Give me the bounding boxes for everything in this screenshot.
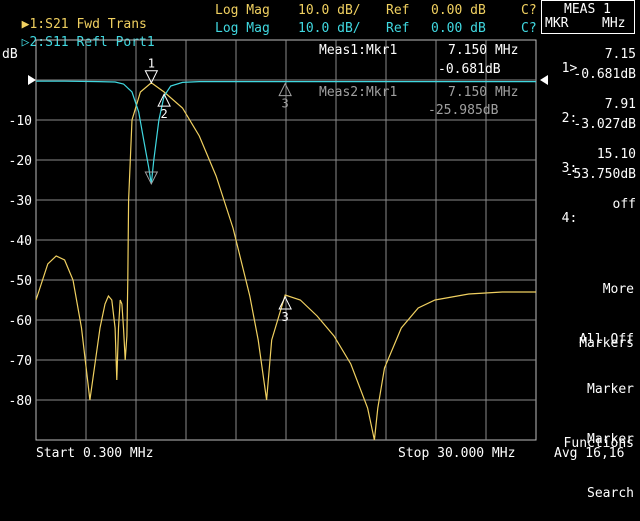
marker-triangle-icon [278, 82, 292, 97]
trace-markers: 1 2 3 3 [144, 57, 292, 324]
trace-display[interactable]: -10 -20 -30 -40 -50 -60 -70 -80 1 2 3 3 [0, 0, 640, 480]
marker-3-s11: 3 [278, 82, 292, 111]
marker2-freq: 7.91 [604, 97, 636, 112]
y-tick-label: -40 [9, 234, 32, 249]
marker1-readout[interactable]: 1> 7.15 -0.681dB [546, 48, 636, 84]
y-axis-tick-labels: -10 -20 -30 -40 -50 -60 -70 -80 [9, 114, 32, 409]
y-tick-label: -50 [9, 274, 32, 289]
marker3-value: -53.750dB [565, 167, 636, 182]
menu-sub-left: MKR [545, 16, 569, 31]
marker4-readout[interactable]: 4: off [546, 197, 636, 226]
averaging-status: Avg 16,16 [554, 446, 625, 461]
marker-1-s21: 1 [144, 57, 159, 84]
menu-title-box: MEAS 1 MKR MHz [541, 0, 635, 34]
meas1-marker-value: -0.681dB [438, 62, 501, 77]
y-tick-label: -10 [9, 114, 32, 129]
marker-number: 1 [148, 57, 155, 71]
marker4-freq: off [612, 197, 636, 212]
marker-triangle-icon [144, 70, 159, 84]
y-tick-label: -80 [9, 394, 32, 409]
stop-frequency[interactable]: Stop 30.000 MHz [398, 447, 515, 461]
meas1-marker-label: Meas1:Mkr1 [319, 43, 398, 58]
meas2-marker-label: Meas2:Mkr1 [319, 85, 398, 100]
marker1-value: -0.681dB [573, 67, 636, 82]
meas2-marker-freq: 7.150 MHz [448, 85, 519, 100]
marker-number: 2 [160, 107, 167, 121]
y-tick-label: -30 [9, 194, 32, 209]
y-tick-label: -20 [9, 154, 32, 169]
menu-title: MEAS 1 [564, 2, 611, 17]
start-frequency[interactable]: Start 0.300 MHz [36, 447, 153, 461]
marker-search-line2: Search [587, 486, 634, 501]
marker3-freq: 15.10 [596, 147, 636, 162]
reference-level-arrow-icon [28, 75, 36, 85]
marker-number: 3 [282, 310, 289, 324]
marker1-freq: 7.15 [604, 47, 636, 62]
marker2-readout[interactable]: 2: 7.91 -3.027dB [546, 98, 636, 134]
marker3-readout[interactable]: 3: 15.10 -53.750dB [546, 148, 636, 184]
marker4-id: 4: [561, 211, 578, 226]
meas2-marker-value: -25.985dB [428, 103, 499, 118]
meas1-marker-freq: 7.150 MHz [448, 43, 519, 58]
y-tick-label: -70 [9, 354, 32, 369]
menu-sub-right: MHz [602, 16, 626, 31]
marker2-value: -3.027dB [573, 117, 636, 132]
y-tick-label: -60 [9, 314, 32, 329]
marker-number: 3 [282, 97, 289, 111]
